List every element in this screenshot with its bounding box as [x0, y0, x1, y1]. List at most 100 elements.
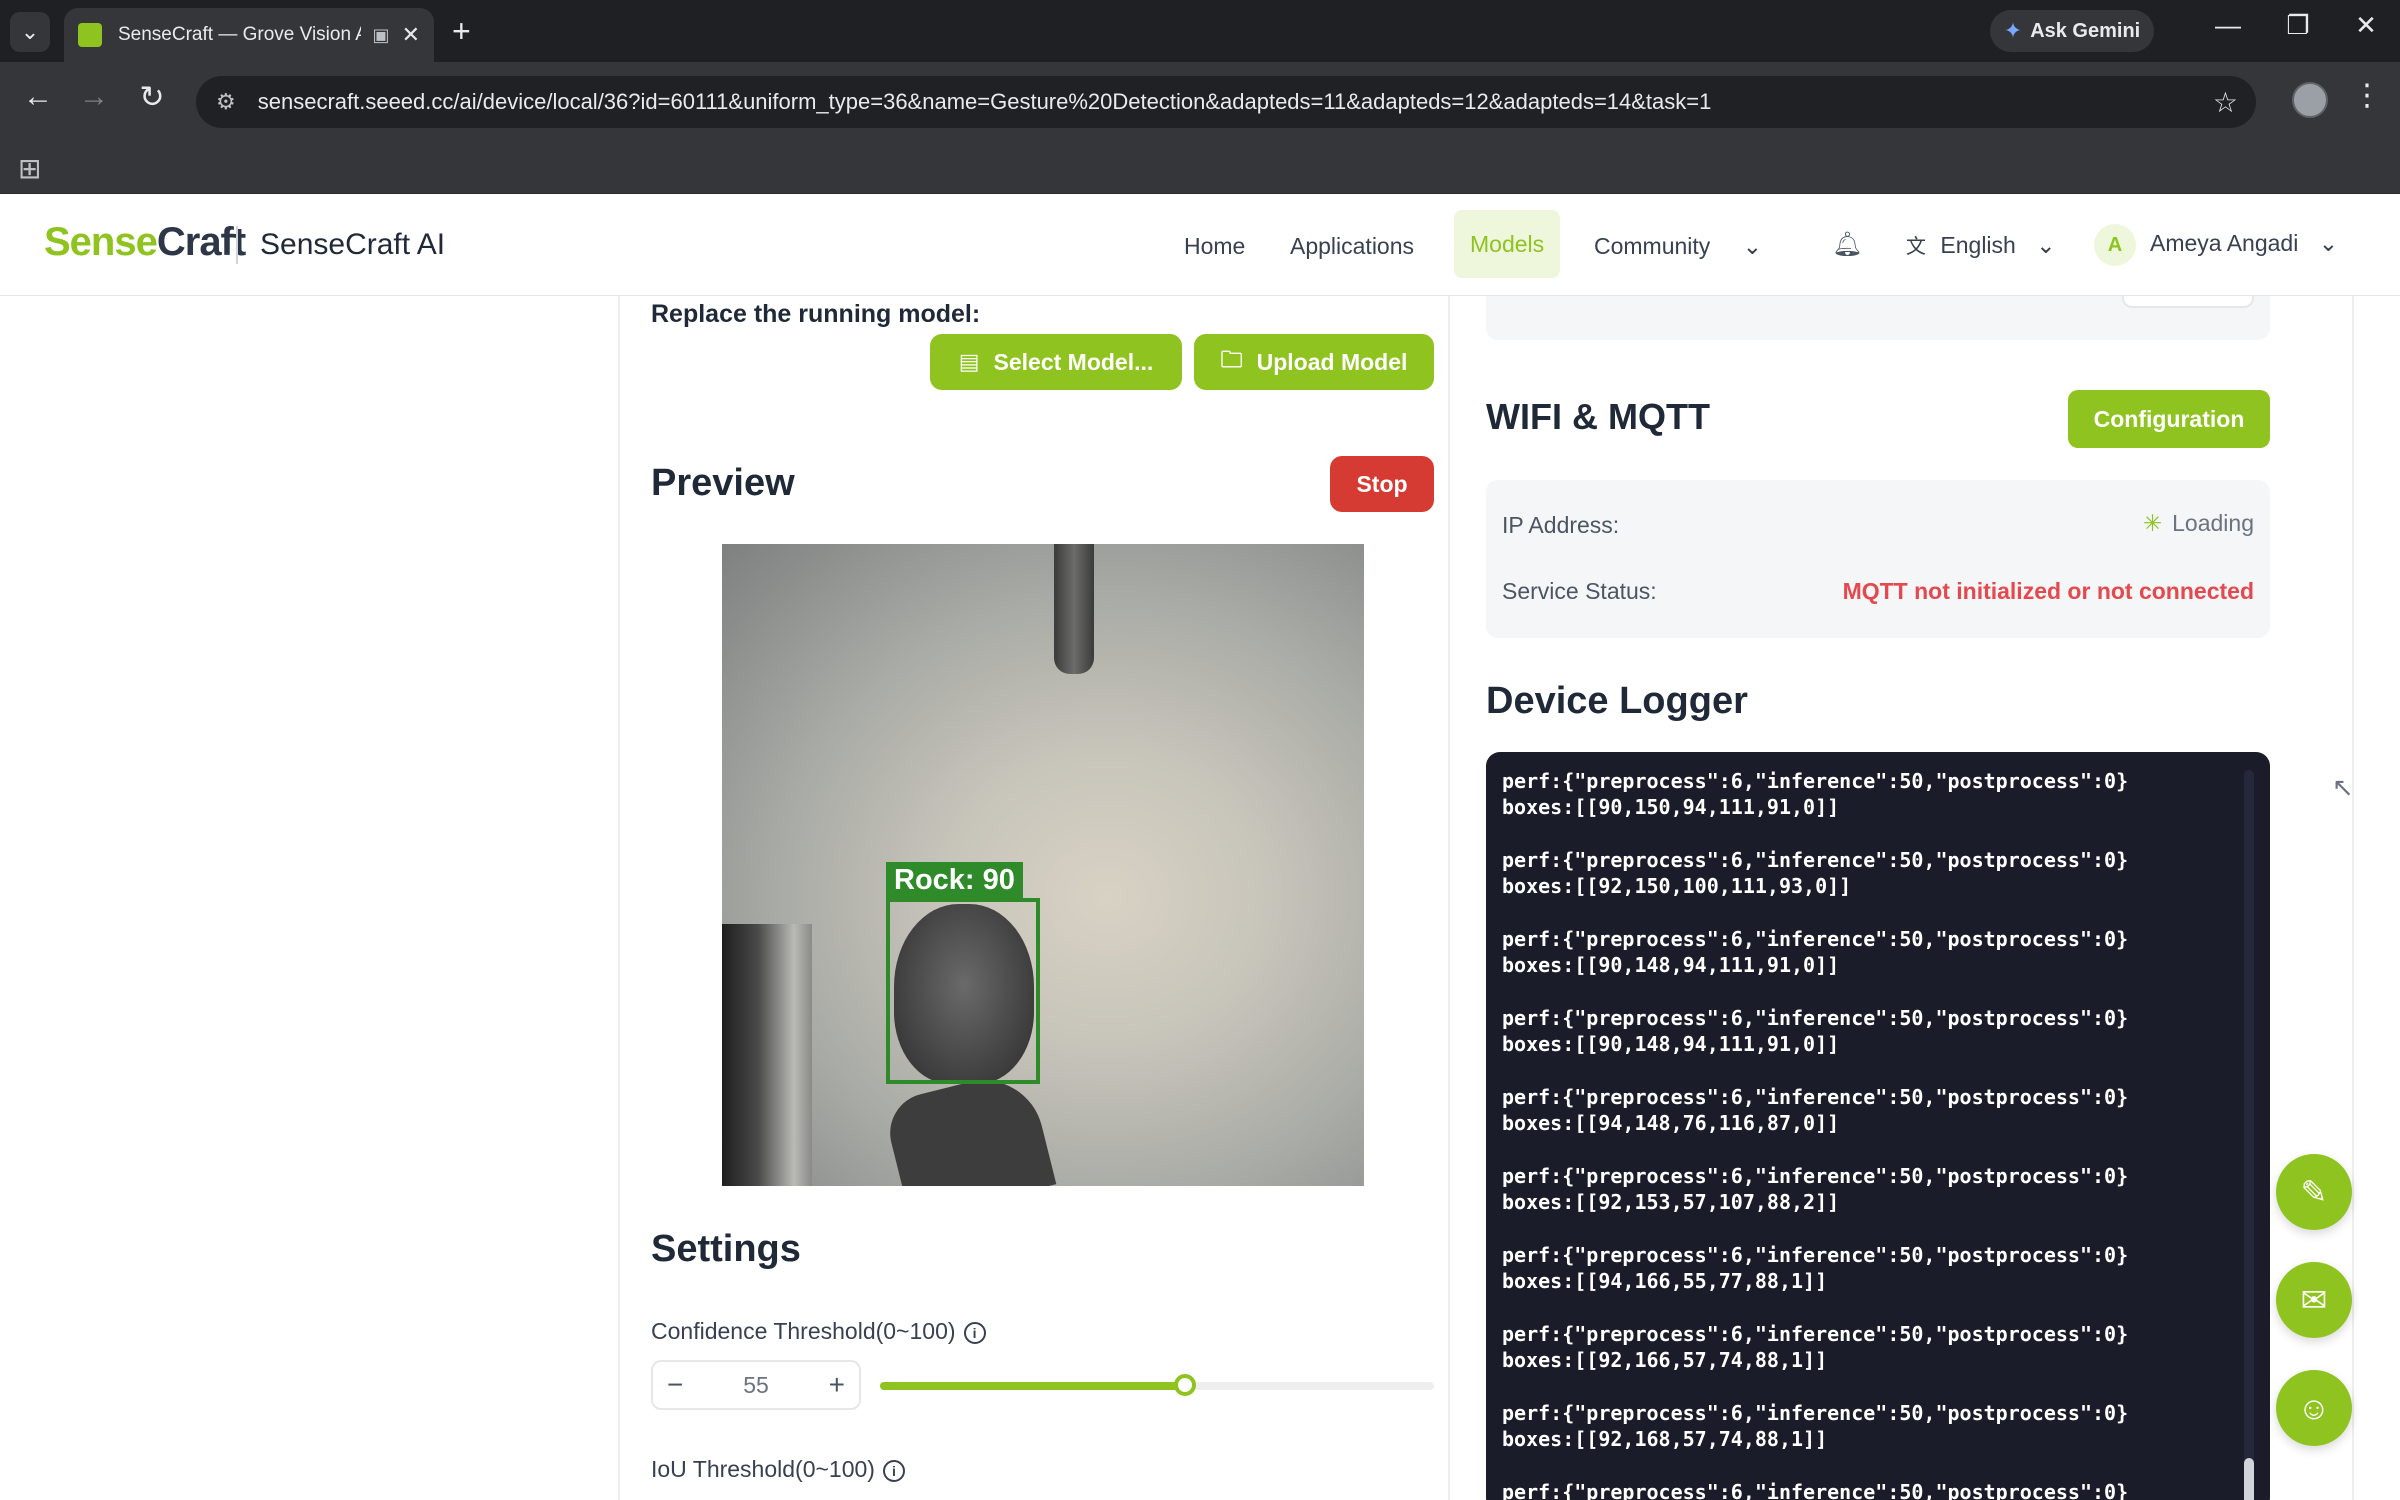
browser-menu-icon[interactable]: ⋮ [2352, 78, 2382, 113]
log-entry: perf:{"preprocess":6,"inference":50,"pos… [1502, 927, 2129, 977]
configuration-button[interactable]: Configuration [2068, 390, 2270, 448]
favicon-icon [78, 23, 102, 47]
mouse-cursor-icon: ↖ [2332, 772, 2354, 802]
log-entry: perf:{"preprocess":6,"inference":50,"pos… [1502, 1480, 2129, 1500]
chevron-down-icon: ⌄ [2036, 232, 2056, 258]
middle-column-divider [1448, 296, 1450, 1500]
left-column-divider [618, 296, 620, 1500]
ip-address-label: IP Address: [1502, 512, 1620, 538]
gemini-star-icon: ✦ [2003, 18, 2023, 43]
browser-profile-avatar[interactable] [2292, 82, 2328, 118]
restore-icon[interactable]: ❐ [2278, 10, 2318, 41]
log-entry: perf:{"preprocess":6,"inference":50,"pos… [1502, 1322, 2129, 1372]
upload-model-label: Upload Model [1256, 348, 1408, 375]
logger-scrollbar[interactable] [2244, 770, 2254, 1500]
log-entry: perf:{"preprocess":6,"inference":50,"pos… [1502, 848, 2129, 898]
log-lines: perf:{"preprocess":6,"inference":50,"pos… [1502, 768, 2222, 1500]
reload-icon[interactable]: ↻ [132, 80, 172, 115]
confidence-value[interactable]: 55 [743, 1372, 769, 1399]
user-name: Ameya Angadi [2150, 230, 2299, 256]
confidence-slider-thumb[interactable] [1173, 1374, 1196, 1396]
log-entry: perf:{"preprocess":6,"inference":50,"pos… [1502, 1164, 2129, 1214]
nav-community-label: Community [1594, 233, 1711, 259]
ip-address-value: ✳ Loading [2142, 510, 2254, 536]
browser-tab-bar: ⌄ SenseCraft — Grove Vision AI ▣ ✕ + ✦ A… [0, 0, 2400, 62]
close-tab-icon[interactable]: ✕ [402, 22, 420, 48]
url-text: sensecraft.seeed.cc/ai/device/local/36?i… [257, 89, 1712, 114]
select-model-button[interactable]: ▤ Select Model... [930, 334, 1182, 390]
wifi-mqtt-title: WIFI & MQTT [1486, 396, 1710, 437]
apps-grid-icon[interactable]: ⊞ [18, 152, 41, 185]
chevron-down-icon: ⌄ [2318, 230, 2338, 256]
log-entry: perf:{"preprocess":6,"inference":50,"pos… [1502, 1401, 2129, 1451]
user-avatar[interactable]: A [2094, 224, 2136, 266]
logo-divider [236, 226, 238, 264]
feedback-icon[interactable]: ✉ [2276, 1262, 2352, 1338]
increment-icon[interactable]: + [829, 1369, 845, 1401]
decrement-icon[interactable]: − [667, 1369, 683, 1401]
user-menu[interactable]: Ameya Angadi ⌄ [2150, 230, 2338, 257]
site-info-icon[interactable]: ⚙ [216, 89, 236, 115]
tab-search-chevron-down-icon[interactable]: ⌄ [10, 12, 50, 52]
logger-scrollbar-thumb[interactable] [2244, 1458, 2254, 1500]
back-arrow-icon[interactable]: ← [18, 80, 58, 114]
product-name: SenseCraft AI [260, 228, 446, 261]
bookmark-star-icon[interactable]: ☆ [2213, 86, 2238, 119]
close-window-icon[interactable]: ✕ [2346, 10, 2386, 41]
nav-community[interactable]: Community ⌄ [1594, 226, 1762, 266]
log-entry: perf:{"preprocess":6,"inference":50,"pos… [1502, 769, 2129, 819]
language-select[interactable]: 文 English ⌄ [1906, 230, 2056, 259]
log-entry: perf:{"preprocess":6,"inference":50,"pos… [1502, 1085, 2129, 1135]
nav-applications[interactable]: Applications [1290, 226, 1414, 266]
forward-arrow-icon[interactable]: → [74, 80, 114, 114]
bookmarks-bar: ⊞ [0, 142, 2400, 194]
media-icon[interactable]: ▣ [373, 25, 390, 46]
replace-model-label: Replace the running model: [651, 300, 981, 328]
stop-button[interactable]: Stop [1330, 456, 1434, 512]
upload-model-button[interactable]: 🗀︎ Upload Model [1194, 334, 1434, 390]
device-card-button[interactable] [2122, 296, 2254, 308]
folder-icon: 🗀︎ [1220, 347, 1243, 372]
bell-icon[interactable]: 🔔︎ [1832, 230, 1862, 259]
confidence-slider-fill [880, 1382, 1185, 1390]
preview-scene-door [722, 924, 812, 1186]
preview-scene-rod [1054, 544, 1094, 674]
device-logger-console[interactable]: perf:{"preprocess":6,"inference":50,"pos… [1486, 752, 2270, 1500]
minimize-icon[interactable]: — [2208, 10, 2248, 41]
tab-title: SenseCraft — Grove Vision AI [118, 24, 361, 45]
address-bar-row: ← → ↻ ⚙ sensecraft.seeed.cc/ai/device/lo… [0, 62, 2400, 142]
site-header: SenseCraft SenseCraft AI Home Applicatio… [0, 194, 2400, 296]
nav-home[interactable]: Home [1184, 226, 1245, 266]
detection-bounding-box [886, 898, 1040, 1084]
confidence-slider[interactable] [880, 1374, 1434, 1396]
translate-icon: 文 [1906, 236, 1926, 258]
right-column-divider [2352, 296, 2354, 1500]
store-icon: ▤ [958, 349, 980, 374]
service-status-label: Service Status: [1502, 578, 1657, 604]
connection-status-card: IP Address: ✳ Loading Service Status: MQT… [1486, 480, 2270, 638]
settings-title: Settings [651, 1228, 801, 1270]
info-icon[interactable]: i [963, 1321, 986, 1344]
url-input[interactable]: ⚙ sensecraft.seeed.cc/ai/device/local/36… [196, 76, 2256, 128]
preview-title: Preview [651, 462, 795, 504]
detection-label: Rock: 90 [886, 862, 1023, 898]
preview-scene-arm [881, 1067, 1057, 1186]
iou-threshold-label: IoU Threshold(0~100) i [651, 1456, 905, 1483]
device-logger-title: Device Logger [1486, 680, 1748, 722]
community-icon[interactable]: ☺ [2276, 1370, 2352, 1446]
service-status-value: MQTT not initialized or not connected [1842, 578, 2254, 604]
browser-tab[interactable]: SenseCraft — Grove Vision AI ▣ ✕ [64, 8, 434, 62]
confidence-stepper[interactable]: − 55 + [651, 1360, 861, 1410]
camera-preview: Rock: 90 [722, 544, 1364, 1186]
info-icon[interactable]: i [882, 1459, 905, 1482]
chevron-down-icon: ⌄ [1742, 233, 1762, 259]
loading-spinner-icon: ✳ [2142, 510, 2163, 536]
new-tab-button[interactable]: + [452, 14, 471, 48]
confidence-threshold-label: Confidence Threshold(0~100) i [651, 1318, 986, 1345]
select-model-label: Select Model... [993, 348, 1154, 375]
sensecraft-logo[interactable]: SenseCraft [44, 220, 246, 265]
ask-gemini-button[interactable]: ✦ Ask Gemini [1990, 10, 2154, 52]
nav-models[interactable]: Models [1454, 210, 1561, 278]
ask-gemini-label: Ask Gemini [2030, 19, 2141, 42]
tools-icon[interactable]: ✎ [2276, 1154, 2352, 1230]
